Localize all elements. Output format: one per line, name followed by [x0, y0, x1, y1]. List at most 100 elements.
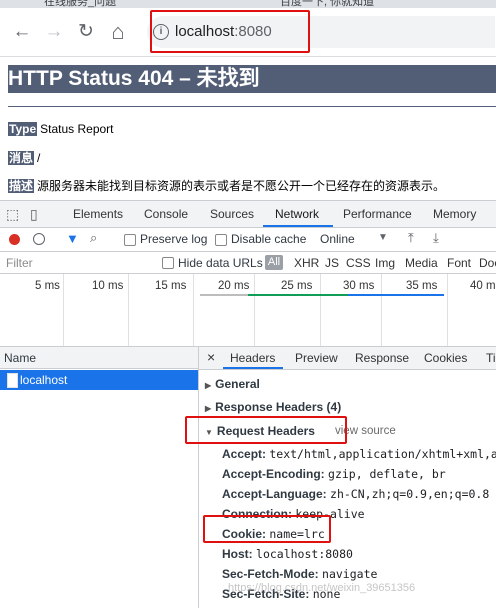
back-icon[interactable]: ← — [10, 20, 34, 44]
tab-preview[interactable]: Preview — [295, 351, 338, 365]
hide-data-urls-checkbox[interactable] — [162, 257, 174, 269]
request-name: localhost — [20, 373, 68, 387]
forward-icon[interactable]: → — [42, 20, 66, 44]
watermark: https://blog.csdn.net/weixin_39651356 — [228, 582, 416, 594]
filter-font[interactable]: Font — [447, 256, 471, 270]
header-row-host: Host: localhost:8080 — [222, 547, 353, 561]
title-divider — [8, 106, 496, 107]
header-value: zh-CN,zh;q=0.9,en;q=0.8 — [330, 487, 490, 501]
clear-icon[interactable] — [33, 233, 45, 245]
message-label: 消息 — [8, 151, 35, 165]
general-section-title: General — [215, 377, 260, 391]
network-toolbar: ▼ ⌕ Preserve log Disable cache Online ▼ … — [0, 228, 496, 252]
tab-memory[interactable]: Memory — [433, 207, 476, 221]
general-section-toggle[interactable]: ▶ General — [205, 377, 260, 391]
type-value: Status Report — [40, 122, 114, 136]
devtools-tab-bar: ⬚ ▯ Elements Console Sources Network Per… — [0, 201, 496, 228]
throttle-select[interactable]: Online — [320, 232, 355, 246]
filter-input[interactable]: Filter — [6, 256, 33, 270]
header-name: Host: — [222, 547, 253, 561]
network-timeline[interactable]: 5 ms 10 ms 15 ms 20 ms 25 ms 30 ms 35 ms… — [0, 274, 496, 347]
header-name: Sec-Fetch-Mode: — [222, 567, 319, 581]
filter-img[interactable]: Img — [375, 256, 395, 270]
page-title: HTTP Status 404 – 未找到 — [8, 65, 496, 93]
tab-network[interactable]: Network — [275, 207, 319, 221]
export-har-icon[interactable]: ⤓ — [433, 230, 439, 246]
preserve-log-checkbox[interactable] — [124, 234, 136, 246]
tab-timing[interactable]: Ti — [486, 351, 496, 365]
disable-cache-label: Disable cache — [231, 232, 307, 246]
timeline-label: 10 ms — [92, 280, 124, 292]
header-row-sec-fetch-mode: Sec-Fetch-Mode: navigate — [222, 567, 377, 581]
timeline-bar-request — [248, 294, 348, 296]
timeline-label: 15 ms — [155, 280, 187, 292]
type-line: Type Status Report — [8, 122, 114, 136]
description-label: 描述 — [8, 179, 35, 193]
reload-icon[interactable]: ↻ — [74, 20, 98, 44]
timeline-gridline — [193, 274, 194, 346]
inspect-icon[interactable]: ⬚ — [6, 206, 19, 223]
tab-cookies[interactable]: Cookies — [424, 351, 467, 365]
devtools-panel: ⬚ ▯ Elements Console Sources Network Per… — [0, 200, 496, 608]
header-value: gzip, deflate, br — [328, 467, 446, 481]
timeline-bar-waiting — [200, 294, 248, 296]
response-headers-title: Response Headers (4) — [215, 400, 342, 414]
message-line: 消息 / — [8, 149, 40, 166]
document-icon — [7, 373, 18, 388]
disable-cache-checkbox[interactable] — [215, 234, 227, 246]
annotation-box-request-headers — [185, 416, 347, 444]
filter-media[interactable]: Media — [405, 256, 438, 270]
filter-js[interactable]: JS — [325, 256, 339, 270]
timeline-gridline — [254, 274, 255, 346]
tab-console[interactable]: Console — [144, 207, 188, 221]
import-har-icon[interactable]: ⤒ — [408, 230, 414, 246]
timeline-label: 25 ms — [281, 280, 313, 292]
type-label: Type — [8, 122, 38, 136]
filter-bar: Filter Hide data URLs All XHR JS CSS Img… — [0, 252, 496, 274]
filter-doc[interactable]: Doc — [479, 256, 496, 270]
filter-all-button[interactable]: All — [265, 255, 283, 270]
filter-css[interactable]: CSS — [346, 256, 371, 270]
preserve-log-label: Preserve log — [140, 232, 208, 246]
tab-performance[interactable]: Performance — [343, 207, 412, 221]
browser-tab-2[interactable]: 百度一下, 你就知道 — [280, 0, 430, 8]
chevron-down-icon[interactable]: ▼ — [378, 232, 388, 243]
timeline-gridline — [320, 274, 321, 346]
filter-xhr[interactable]: XHR — [294, 256, 319, 270]
browser-tab-1[interactable]: 在线服务_问题 — [44, 0, 184, 8]
active-details-tab-indicator — [223, 367, 283, 369]
record-icon[interactable] — [9, 234, 20, 245]
search-icon[interactable]: ⌕ — [90, 230, 97, 246]
filter-icon[interactable]: ▼ — [66, 231, 79, 246]
response-headers-toggle[interactable]: ▶ Response Headers (4) — [205, 400, 341, 414]
active-tab-indicator — [263, 225, 333, 227]
header-name: Accept-Language: — [222, 487, 327, 501]
timeline-label: 40 m — [470, 280, 496, 292]
header-value: navigate — [322, 567, 378, 581]
request-list: Name localhost — [0, 347, 199, 608]
timeline-gridline — [63, 274, 64, 346]
timeline-bar-download — [348, 294, 444, 296]
name-column-header[interactable]: Name — [0, 347, 198, 369]
device-toolbar-icon[interactable]: ▯ — [30, 206, 38, 223]
request-details-panel: × Headers Preview Response Cookies Ti ▶ G… — [199, 347, 496, 608]
triangle-right-icon: ▶ — [205, 381, 212, 390]
header-value: text/html,application/xhtml+xml,ap — [269, 447, 496, 461]
tab-headers[interactable]: Headers — [230, 351, 275, 365]
tab-sources[interactable]: Sources — [210, 207, 254, 221]
tab-elements[interactable]: Elements — [73, 207, 123, 221]
header-value: localhost:8080 — [256, 547, 353, 561]
browser-tab-strip: 在线服务_问题 百度一下, 你就知道 — [0, 0, 496, 8]
close-icon[interactable]: × — [207, 349, 215, 365]
timeline-gridline — [447, 274, 448, 346]
description-value: 源服务器未能找到目标资源的表示或者是不愿公开一个已经存在的资源表示。 — [37, 179, 446, 193]
home-icon[interactable]: ⌂ — [106, 20, 130, 44]
timeline-label: 20 ms — [218, 280, 250, 292]
message-value: / — [37, 151, 41, 165]
timeline-gridline — [128, 274, 129, 346]
tab-response[interactable]: Response — [355, 351, 409, 365]
timeline-label: 35 ms — [406, 280, 438, 292]
request-row-localhost[interactable]: localhost — [0, 370, 198, 390]
header-row-accept: Accept: text/html,application/xhtml+xml,… — [222, 447, 496, 461]
header-name: Accept-Encoding: — [222, 467, 325, 481]
